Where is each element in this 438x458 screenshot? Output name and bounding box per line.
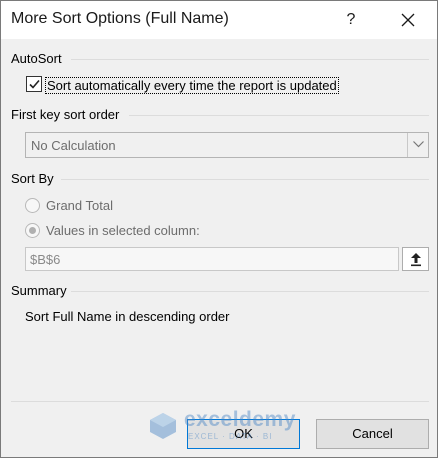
first-key-dropdown-button — [407, 133, 428, 157]
button-area-divider — [11, 401, 429, 402]
summary-heading: Summary — [11, 283, 67, 298]
close-button[interactable] — [391, 5, 425, 35]
collapse-dialog-button[interactable] — [402, 247, 429, 271]
first-key-divider — [129, 115, 429, 116]
sort-by-heading: Sort By — [11, 171, 54, 186]
radio-values-label: Values in selected column: — [46, 223, 200, 238]
ok-button[interactable]: OK — [187, 419, 300, 449]
column-reference-value: $B$6 — [30, 252, 61, 267]
title-bar: More Sort Options (Full Name) ? — [1, 1, 437, 39]
dialog-title: More Sort Options (Full Name) — [11, 10, 229, 27]
autosort-divider — [71, 59, 429, 60]
exceldemy-logo-icon — [150, 413, 176, 439]
chevron-down-icon — [413, 141, 424, 148]
autosort-heading: AutoSort — [11, 51, 62, 66]
checkmark-icon — [29, 79, 40, 89]
first-key-sort-order-select: No Calculation — [25, 132, 429, 158]
first-key-selected-value: No Calculation — [31, 138, 116, 153]
summary-text: Sort Full Name in descending order — [25, 309, 230, 324]
help-button[interactable]: ? — [336, 5, 366, 35]
close-icon — [401, 13, 415, 27]
autosort-checkbox[interactable] — [26, 76, 42, 92]
column-reference-input: $B$6 — [25, 247, 399, 271]
autosort-checkbox-label[interactable]: Sort automatically every time the report… — [45, 77, 339, 94]
upload-arrow-icon — [411, 253, 421, 267]
more-sort-options-dialog: More Sort Options (Full Name) ? AutoSort… — [0, 0, 438, 458]
radio-values-in-column — [25, 223, 40, 238]
sort-by-divider — [61, 179, 429, 180]
summary-divider — [71, 291, 429, 292]
first-key-heading: First key sort order — [11, 107, 120, 122]
radio-grand-total — [25, 198, 40, 213]
cancel-button[interactable]: Cancel — [316, 419, 429, 449]
radio-grand-total-label: Grand Total — [46, 198, 113, 213]
